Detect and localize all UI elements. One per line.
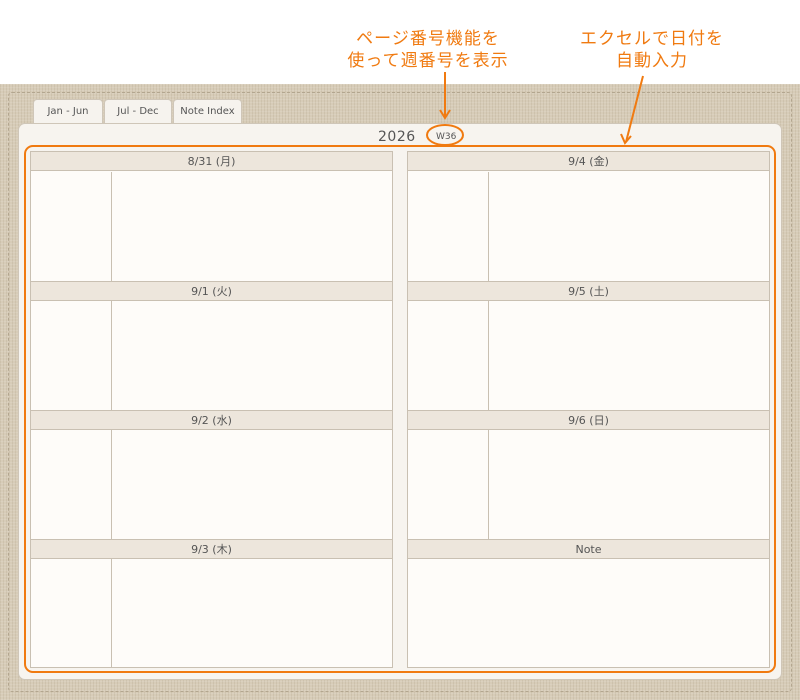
year-label: 2026	[378, 129, 416, 145]
highlight-frame	[24, 145, 776, 673]
annotation-week-number: ページ番号機能を 使って週番号を表示	[318, 28, 538, 72]
annotation-left-line1: ページ番号機能を	[356, 29, 500, 49]
tab-jul-dec[interactable]: Jul - Dec	[104, 99, 172, 125]
annotation-right-line1: エクセルで日付を	[580, 29, 724, 49]
week-number: W36	[436, 132, 457, 142]
annotation-right-line2: 自動入力	[616, 51, 688, 71]
tab-note-index[interactable]: Note Index	[173, 99, 242, 125]
tab-jan-jun[interactable]: Jan - Jun	[33, 99, 103, 125]
annotation-auto-date: エクセルで日付を 自動入力	[552, 28, 752, 72]
planner-screen: ページ番号機能を 使って週番号を表示 エクセルで日付を 自動入力 Jan - J…	[0, 0, 800, 700]
annotation-left-line2: 使って週番号を表示	[347, 51, 509, 71]
